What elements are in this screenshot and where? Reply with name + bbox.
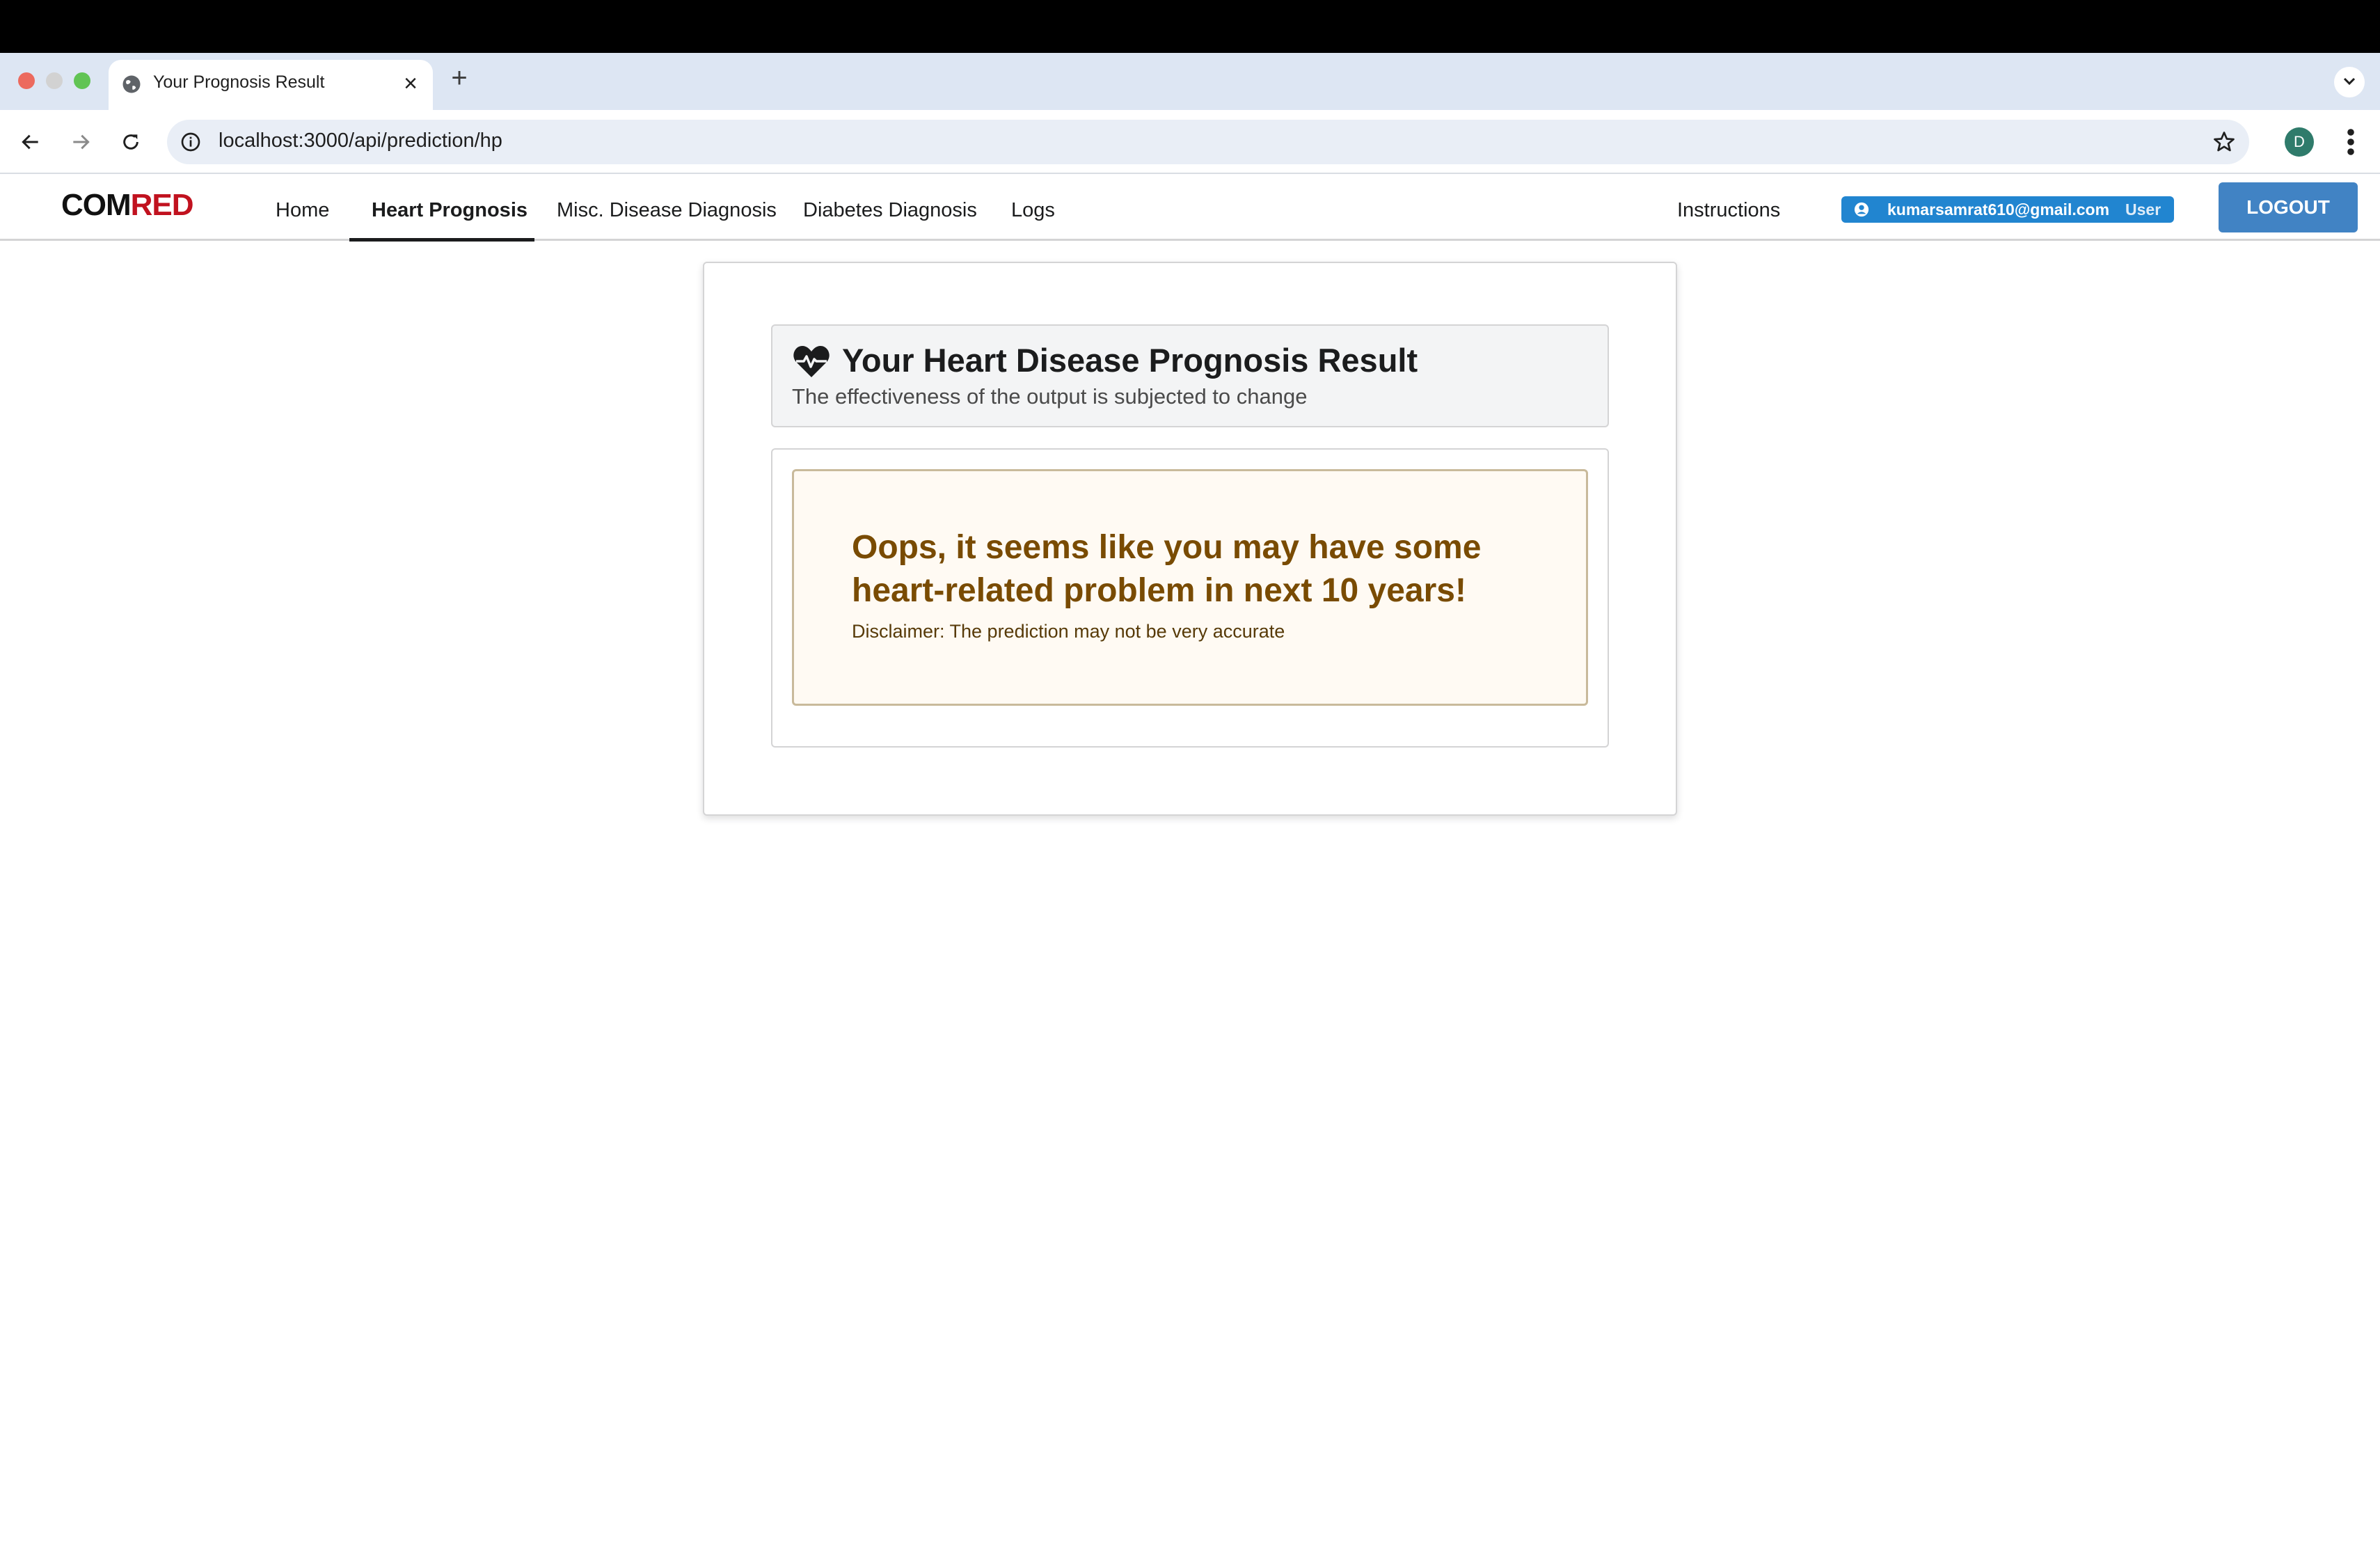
result-subtitle: The effectiveness of the output is subje… — [792, 384, 1308, 409]
tab-list-button[interactable] — [2334, 67, 2365, 97]
profile-avatar[interactable]: D — [2285, 127, 2314, 157]
address-bar[interactable]: localhost:3000/api/prediction/hp — [167, 120, 2249, 164]
url-text[interactable]: localhost:3000/api/prediction/hp — [219, 129, 502, 152]
arrow-right-icon — [73, 134, 90, 150]
prediction-result-text: Oops, it seems like you may have some he… — [852, 529, 1482, 609]
active-tab-indicator — [349, 238, 534, 242]
nav-item-instructions[interactable]: Instructions — [1677, 199, 1780, 222]
arrow-left-icon — [22, 134, 38, 150]
user-email: kumarsamrat610@gmail.com — [1887, 200, 2110, 219]
forward-button[interactable] — [64, 125, 97, 159]
nav-item-heart-prognosis[interactable]: Heart Prognosis — [372, 199, 527, 222]
window-close-button[interactable] — [18, 72, 35, 89]
more-vert-icon[interactable] — [2337, 125, 2365, 159]
window-zoom-button[interactable] — [74, 72, 90, 89]
window-minimize-button[interactable] — [46, 72, 63, 89]
reload-icon — [123, 134, 138, 150]
brand-logo[interactable]: COMRED — [61, 188, 194, 223]
nav-item-misc-disease-diagnosis[interactable]: Misc. Disease Diagnosis — [557, 199, 777, 222]
nav-item-logs[interactable]: Logs — [1011, 199, 1055, 222]
nav-item-home[interactable]: Home — [276, 199, 329, 222]
screen-top-bar — [0, 0, 2380, 53]
tab-title: Your Prognosis Result — [153, 72, 325, 92]
bookmark-star-icon[interactable] — [2212, 129, 2237, 155]
prediction-disclaimer: Disclaimer: The prediction may not be ve… — [852, 621, 1285, 642]
result-title: Your Heart Disease Prognosis Result — [842, 342, 1418, 379]
nav-item-diabetes-diagnosis[interactable]: Diabetes Diagnosis — [803, 199, 977, 222]
logout-button[interactable]: LOGOUT — [2219, 182, 2358, 232]
user-role: User — [2125, 200, 2161, 219]
heartbeat-icon — [793, 346, 830, 377]
user-circle-icon — [1854, 202, 1869, 217]
browser-tab[interactable]: Your Prognosis Result × — [109, 60, 433, 110]
site-info-icon[interactable] — [180, 131, 202, 153]
chevron-down-icon — [2343, 77, 2356, 86]
tab-close-icon[interactable]: × — [397, 70, 425, 97]
brand-part-red: RED — [130, 188, 194, 222]
globe-icon — [122, 75, 141, 93]
brand-part-com: COM — [61, 188, 132, 222]
new-tab-button[interactable]: + — [445, 64, 473, 92]
back-button[interactable] — [14, 125, 47, 159]
user-badge: kumarsamrat610@gmail.com User — [1841, 196, 2174, 223]
reload-button[interactable] — [114, 125, 148, 159]
